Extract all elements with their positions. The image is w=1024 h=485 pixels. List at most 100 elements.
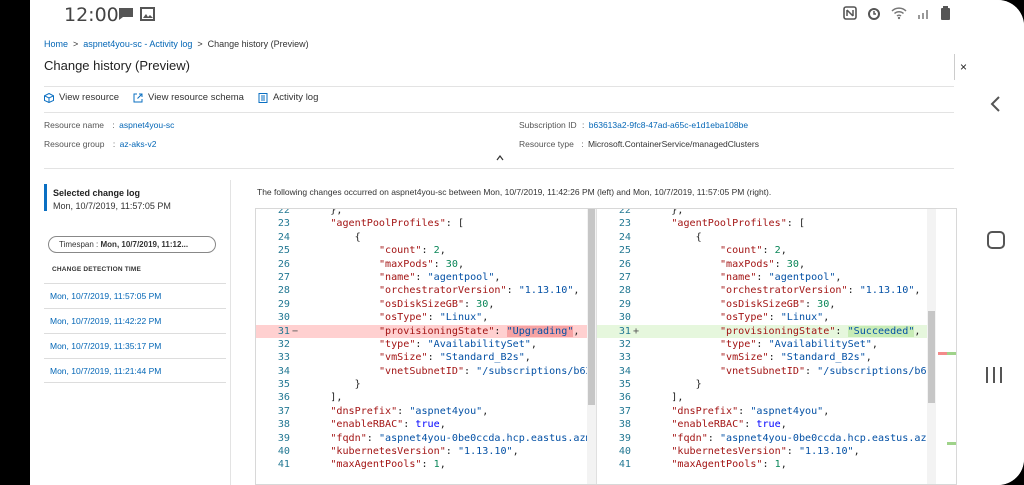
code-text: "vmSize": "Standard_B2s", [378, 352, 531, 364]
resource-type-label: Resource type [519, 139, 574, 149]
change-list: Mon, 10/7/2019, 11:57:05 PM Mon, 10/7/20… [44, 283, 226, 383]
recent-apps-icon[interactable] [986, 367, 1002, 383]
divider [44, 112, 954, 113]
subscription-id-link[interactable]: b63613a2-9fc8-47ad-a65c-e1d1eba108be [589, 120, 748, 130]
diff-line: 39 "fqdn": "aspnet4you-0be0ccda.hcp.east… [597, 432, 936, 445]
resource-group-row: Resource group : az-aks-v2 [44, 139, 156, 149]
view-resource-button[interactable]: View resource [44, 92, 119, 103]
line-number: 30 [277, 312, 290, 324]
modified-scrollbar[interactable] [927, 209, 936, 484]
change-list-item[interactable]: Mon, 10/7/2019, 11:35:17 PM [44, 333, 226, 358]
line-number: 26 [277, 258, 290, 270]
code-text: "type": "AvailabilitySet", [719, 338, 878, 350]
diff-line: 35 } [597, 378, 936, 391]
selected-change-title: Selected change log [53, 188, 141, 198]
timespan-filter-pill[interactable]: Timespan : Mon, 10/7/2019, 11:12... [48, 236, 216, 253]
code-text: "agentPoolProfiles": [ [671, 218, 806, 230]
change-log-pane: Selected change log Mon, 10/7/2019, 11:5… [44, 180, 226, 480]
breadcrumb-separator: > [197, 39, 203, 49]
code-text: "vnetSubnetID": "/subscriptions/b636 [719, 365, 936, 377]
code-text: "orchestratorVersion": "1.13.10", [378, 285, 580, 297]
resource-group-link[interactable]: az-aks-v2 [120, 139, 157, 149]
phone-screen: 12:00 Home > aspnet4you-sc - Activity lo… [0, 0, 1024, 485]
code-text: ], [647, 392, 684, 404]
code-text: "enableRBAC": true, [330, 419, 446, 431]
status-time: 12:00 [64, 4, 119, 26]
diff-marker: + [633, 325, 640, 337]
code-text: "maxAgentPools": 1, [330, 459, 446, 471]
breadcrumb-home[interactable]: Home [44, 39, 68, 49]
diff-line: 29 "osDiskSizeGB": 30, [597, 298, 936, 311]
line-number: 25 [277, 245, 290, 257]
home-icon[interactable] [987, 231, 1005, 249]
line-number: 24 [618, 231, 631, 243]
line-number: 40 [277, 446, 290, 458]
system-status-icons [843, 6, 950, 20]
line-number: 31 [618, 325, 631, 337]
change-list-item[interactable]: Mon, 10/7/2019, 11:21:44 PM [44, 358, 226, 383]
line-number: 30 [618, 312, 631, 324]
code-text: "kubernetesVersion": "1.13.10", [330, 446, 519, 458]
line-number: 38 [618, 419, 631, 431]
code-text: "provisioningState": "Upgrading", [378, 325, 580, 337]
resource-type-value: Microsoft.ContainerService/managedCluste… [587, 139, 759, 149]
code-text: }, [647, 208, 684, 216]
original-scrollbar[interactable] [587, 209, 596, 484]
changes-description: The following changes occurred on aspnet… [257, 187, 772, 197]
code-text: "count": 2, [719, 245, 787, 257]
code-text: } [647, 379, 702, 391]
diff-line: 32 "type": "AvailabilitySet", [256, 338, 596, 351]
collapse-essentials-button[interactable] [496, 154, 504, 164]
line-number: 27 [277, 271, 290, 283]
line-number: 28 [618, 285, 631, 297]
line-number: 28 [277, 285, 290, 297]
breadcrumb-activity-log[interactable]: aspnet4you-sc - Activity log [83, 39, 192, 49]
diff-line: 36 ], [597, 391, 936, 404]
line-number: 35 [277, 379, 290, 391]
diff-line: 27 "name": "agentpool", [597, 271, 936, 284]
code-text: "enableRBAC": true, [671, 419, 787, 431]
code-text: "maxPods": 30, [378, 258, 465, 270]
code-text: "name": "agentpool", [719, 271, 842, 283]
back-icon[interactable] [988, 96, 1004, 112]
change-list-item[interactable]: Mon, 10/7/2019, 11:42:22 PM [44, 308, 226, 333]
code-text: "maxPods": 30, [719, 258, 806, 270]
diff-line: 29 "osDiskSizeGB": 30, [256, 298, 596, 311]
activity-log-button[interactable]: Activity log [258, 92, 318, 103]
diff-line: 24 { [597, 231, 936, 244]
diff-line: 41 "maxAgentPools": 1, [597, 458, 936, 471]
code-text: "kubernetesVersion": "1.13.10", [671, 446, 860, 458]
diff-original-pane: 22 }, 23 "agentPoolProfiles": [24 {25 "co… [256, 208, 596, 484]
divider [44, 168, 954, 169]
line-number: 33 [277, 352, 290, 364]
diff-line: 36 ], [256, 391, 596, 404]
diff-line: 26 "maxPods": 30, [256, 258, 596, 271]
diff-line: 37 "dnsPrefix": "aspnet4you", [256, 405, 596, 418]
line-number: 40 [618, 446, 631, 458]
diff-line: 32 "type": "AvailabilitySet", [597, 338, 936, 351]
view-resource-schema-button[interactable]: View resource schema [133, 92, 244, 103]
essentials-colon: : [581, 139, 584, 149]
external-link-icon [133, 93, 143, 102]
diff-line: 23 "agentPoolProfiles": [ [256, 217, 596, 230]
line-number: 41 [277, 459, 290, 471]
diff-line: 37 "dnsPrefix": "aspnet4you", [597, 405, 936, 418]
diff-line: 27 "name": "agentpool", [256, 271, 596, 284]
line-number: 31 [277, 325, 290, 337]
android-navigation-bar [968, 0, 1024, 485]
line-number: 22 [277, 208, 290, 216]
line-number: 22 [618, 208, 631, 216]
original-scrollbar-thumb[interactable] [588, 209, 595, 405]
diff-line: 39 "fqdn": "aspnet4you-0be0ccda.hcp.east… [256, 432, 596, 445]
modified-scrollbar-thumb[interactable] [928, 311, 935, 403]
diff-marker: − [292, 325, 299, 337]
close-button[interactable]: × [954, 54, 968, 80]
line-number: 35 [618, 379, 631, 391]
code-text: }, [306, 208, 343, 216]
code-text: { [647, 231, 702, 243]
command-bar: View resource View resource schema Activ… [44, 92, 318, 103]
line-number: 37 [277, 405, 290, 417]
diff-line: 28 "orchestratorVersion": "1.13.10", [597, 284, 936, 297]
change-list-item[interactable]: Mon, 10/7/2019, 11:57:05 PM [44, 283, 226, 308]
resource-name-link[interactable]: aspnet4you-sc [119, 120, 174, 130]
